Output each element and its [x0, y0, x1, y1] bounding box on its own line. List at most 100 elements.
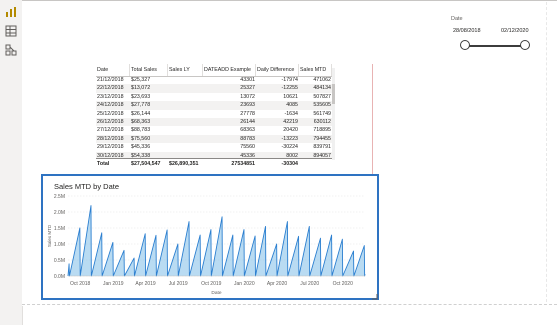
cell-dateadd: 23693 [240, 102, 255, 109]
column-header-daily-difference[interactable]: Daily Difference [256, 64, 299, 76]
cell-sales-mtd: 839791 [313, 144, 331, 151]
total-sales-mtd [299, 159, 332, 168]
cell-date: 26/12/2018 [97, 119, 124, 125]
x-tick-label: Apr 2019 [135, 281, 156, 287]
y-tick-label: 2.0M [54, 210, 65, 216]
cell-sales-mtd: 794455 [313, 135, 331, 142]
x-tick-label: Jan 2019 [103, 281, 124, 287]
cell-date: 25/12/2018 [97, 110, 124, 117]
cell-sales-mtd: 718895 [313, 127, 331, 134]
cell-dateadd: 43301 [240, 77, 255, 83]
table-scrollbar[interactable] [332, 68, 335, 160]
y-tick-label: 0.0M [54, 274, 65, 280]
table-visual-edge [372, 64, 373, 176]
total-dateadd: 27534851 [231, 161, 255, 167]
cell-total-sales: $13,072 [131, 85, 151, 92]
cell-sales-mtd: 507827 [313, 93, 331, 100]
cell-sales-ly [168, 143, 203, 151]
y-tick-label: 1.0M [54, 242, 65, 248]
column-header-sales-mtd[interactable]: Sales MTD [299, 64, 332, 76]
cell-sales-ly [168, 93, 203, 101]
x-tick-label: Oct 2019 [201, 281, 222, 287]
chart-title: Sales MTD by Date [54, 182, 120, 191]
table-row[interactable]: 24/12/2018 $27,778 23693 4085 535605 [96, 101, 332, 110]
table-row[interactable]: 21/12/2018 $25,327 43301 -17974 471062 [96, 76, 332, 84]
x-tick-label: Jul 2019 [169, 281, 188, 287]
slicer-start-date[interactable]: 28/08/2018 [453, 28, 481, 34]
cell-date: 22/12/2018 [97, 85, 124, 92]
y-tick-label: 1.5M [54, 226, 65, 232]
cell-total-sales: $25,327 [131, 77, 151, 83]
cell-dateadd: 27778 [240, 110, 255, 117]
cell-total-sales: $26,144 [131, 110, 151, 117]
column-header-sales-ly[interactable]: Sales LY [168, 64, 203, 76]
cell-dateadd: 75560 [240, 144, 255, 151]
x-tick-label: Jul 2020 [300, 281, 319, 287]
date-slicer[interactable]: Date 28/08/2018 02/12/2020 [447, 16, 537, 56]
cell-dateadd: 88783 [240, 135, 255, 142]
sales-table[interactable]: Date Total Sales Sales LY DATEADD Exampl… [96, 64, 332, 168]
table-icon[interactable] [5, 25, 17, 37]
model-icon[interactable] [5, 44, 17, 56]
bar-chart-icon[interactable] [5, 6, 17, 18]
total-daily-difference: -30304 [281, 161, 299, 167]
slicer-track[interactable] [465, 45, 525, 47]
cell-daily-difference: -30224 [281, 144, 299, 151]
cell-daily-difference: -17974 [281, 77, 299, 83]
column-header-date[interactable]: Date [96, 64, 130, 76]
x-tick-label: Jan 2020 [234, 281, 255, 287]
cell-daily-difference: 42219 [283, 119, 298, 125]
cell-sales-ly [168, 101, 203, 109]
page-boundary [22, 304, 557, 305]
sales-mtd-chart[interactable]: Sales MTD by Date 0.0M 0.5M 1.0M 1.5M 2.0M 2.… [41, 174, 379, 300]
slicer-end-date[interactable]: 02/12/2020 [501, 28, 529, 34]
slicer-end-handle[interactable] [520, 40, 530, 50]
table-row[interactable]: 23/12/2018 $23,693 13072 10621 507827 [96, 93, 332, 101]
x-tick-label: Oct 2020 [333, 281, 354, 287]
cell-sales-mtd: 471062 [313, 77, 331, 83]
cell-daily-difference: -12255 [281, 85, 299, 92]
cell-date: 28/12/2018 [97, 135, 124, 142]
y-axis-title: Sales MTD [47, 224, 52, 247]
cell-total-sales: $23,693 [131, 93, 151, 100]
cell-sales-ly [168, 110, 203, 118]
cell-sales-mtd: 630112 [313, 119, 331, 125]
cell-sales-ly [168, 126, 203, 134]
table-row[interactable]: 22/12/2018 $13,072 25327 -12255 484134 [96, 84, 332, 93]
cell-sales-mtd: 484134 [313, 85, 331, 92]
chart-plot[interactable]: 0.0M 0.5M 1.0M 1.5M 2.0M 2.5M Oct 2018 Jan 2019… [43, 192, 377, 298]
column-header-total-sales[interactable]: Total Sales [130, 64, 168, 76]
table-row[interactable]: 26/12/2018 $68,363 26144 42219 630112 [96, 118, 332, 127]
cell-dateadd: 25327 [240, 85, 255, 92]
cell-total-sales: $88,783 [131, 127, 151, 134]
total-label: Total [97, 161, 110, 167]
x-tick-label: Oct 2018 [70, 281, 91, 287]
cell-date: 29/12/2018 [97, 144, 124, 151]
cell-total-sales: $27,778 [131, 102, 151, 109]
cell-total-sales: $68,363 [131, 119, 151, 125]
canvas-edge [546, 2, 547, 302]
cell-daily-difference: -13223 [281, 135, 299, 142]
table-row[interactable]: 29/12/2018 $45,336 75560 -30224 839791 [96, 143, 332, 151]
total-sales-ly: $26,890,351 [169, 161, 199, 167]
view-switcher-rail [0, 0, 23, 325]
cell-daily-difference: 4085 [286, 102, 298, 109]
cell-dateadd: 13072 [240, 93, 255, 100]
table-row[interactable]: 28/12/2018 $75,560 88783 -13223 794455 [96, 134, 332, 144]
column-header-dateadd-example[interactable]: DATEADD Example [203, 64, 256, 76]
cell-sales-ly [168, 135, 203, 143]
cell-sales-mtd: 535605 [313, 102, 331, 109]
table-row[interactable]: 25/12/2018 $26,144 27778 -1634 561749 [96, 110, 332, 118]
cell-sales-mtd: 561749 [313, 110, 331, 117]
table-total-row: Total $27,504,547 $26,890,351 27534851 -… [96, 158, 332, 168]
cell-dateadd: 68363 [240, 127, 255, 134]
slicer-start-handle[interactable] [460, 40, 470, 50]
table-row[interactable]: 27/12/2018 $88,783 68363 20420 718895 [96, 126, 332, 134]
resize-handle-icon[interactable] [371, 293, 378, 300]
x-tick-label: Apr 2020 [267, 281, 288, 287]
cell-daily-difference: 20420 [283, 127, 298, 134]
cell-date: 24/12/2018 [97, 102, 124, 109]
cell-daily-difference: -1634 [284, 110, 298, 117]
cell-total-sales: $75,560 [131, 135, 151, 142]
table-scrollbar-thumb[interactable] [332, 84, 335, 104]
